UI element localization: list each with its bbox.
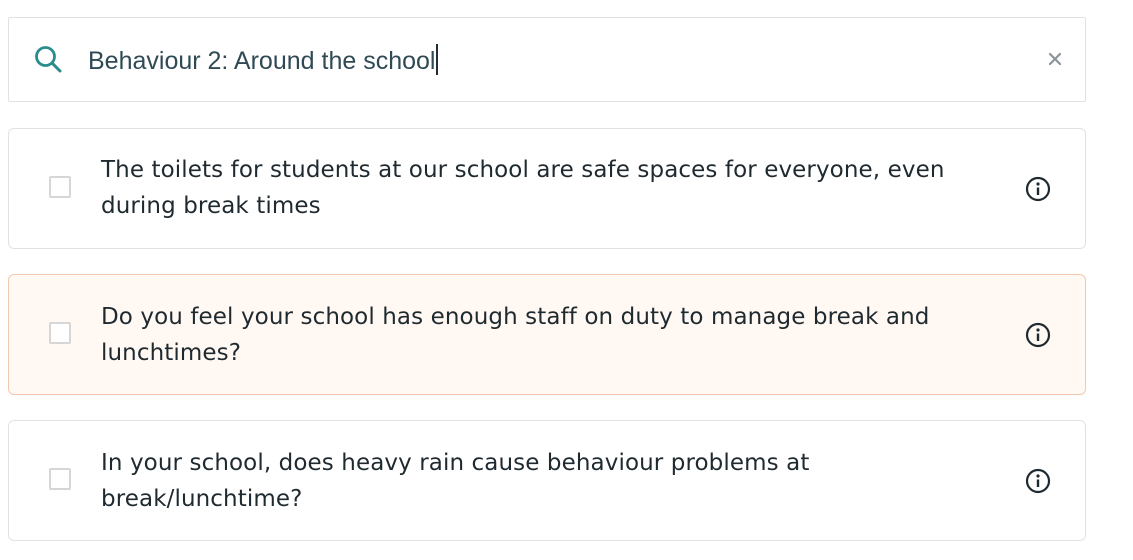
question-card-highlighted[interactable]: Do you feel your school has enough staff… [8,274,1086,395]
question-label: Do you feel your school has enough staff… [101,304,930,366]
search-input-value: Behaviour 2: Around the school [88,47,436,75]
question-label: In your school, does heavy rain cause be… [101,450,810,512]
info-icon[interactable] [1025,468,1051,494]
question-checkbox[interactable] [49,322,71,344]
text-caret [436,44,439,75]
question-label: The toilets for students at our school a… [101,157,945,219]
question-checkbox[interactable] [49,468,71,490]
info-icon[interactable] [1025,322,1051,348]
question-card[interactable]: The toilets for students at our school a… [8,128,1086,249]
search-box[interactable]: Behaviour 2: Around the school [8,17,1086,102]
page: Behaviour 2: Around the school The toile… [0,0,1133,560]
search-input[interactable]: Behaviour 2: Around the school [88,44,439,78]
question-card[interactable]: In your school, does heavy rain cause be… [8,420,1086,541]
info-icon[interactable] [1025,176,1051,202]
question-checkbox[interactable] [49,176,71,198]
search-icon [35,46,62,73]
close-icon[interactable] [1045,49,1065,69]
